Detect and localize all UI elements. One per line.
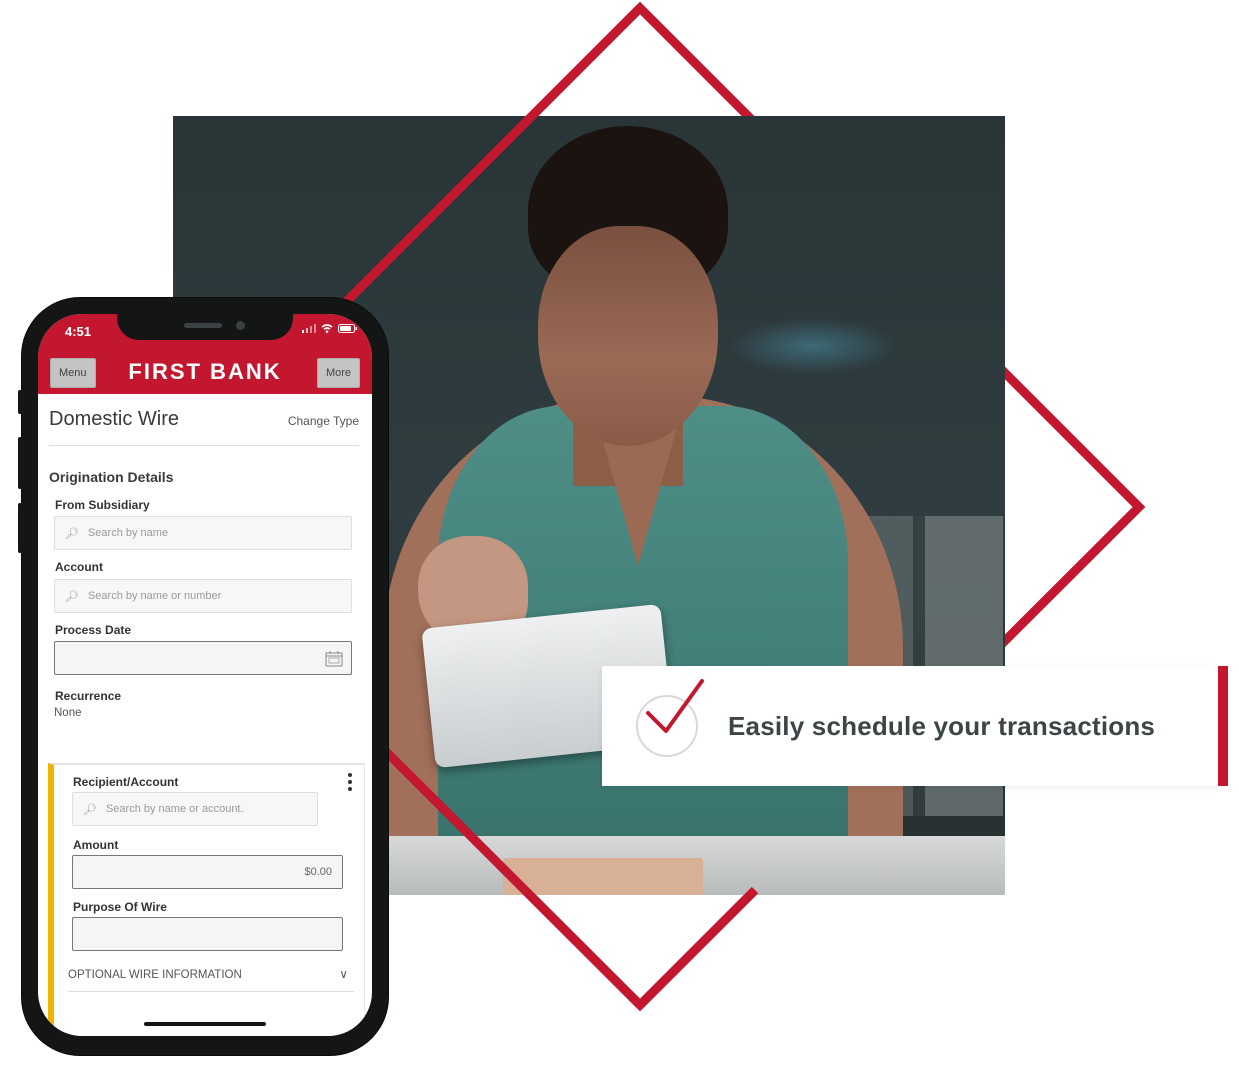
amount-input[interactable]: $0.00 [72,855,343,889]
purpose-of-wire-input[interactable] [72,917,343,951]
feature-callout-card: Easily schedule your transactions [602,666,1228,786]
recurrence-value[interactable]: None [54,707,82,719]
page-title: Domestic Wire [49,408,180,430]
phone-mockup: 4:51 Menu FIRST BANK More Domestic Wire … [18,298,388,1055]
title-divider [49,445,359,446]
phone-notch [117,314,293,340]
phone-screen: 4:51 Menu FIRST BANK More Domestic Wire … [38,314,372,1036]
recurrence-label: Recurrence [55,689,122,703]
front-camera [236,321,245,330]
origination-details-heading: Origination Details [49,469,174,485]
recipient-account-label: Recipient/Account [73,775,179,789]
recipient-placeholder: Search by name or account. [105,803,244,815]
more-button[interactable]: More [316,358,360,388]
photo-face [538,226,718,446]
more-options-icon[interactable] [348,773,352,794]
phone-mute-switch [18,390,23,414]
wifi-icon [321,324,333,333]
process-date-label: Process Date [55,623,132,637]
home-indicator[interactable] [144,1022,266,1026]
change-type-link[interactable]: Change Type [288,414,359,428]
photo-notebook [503,858,703,895]
from-subsidiary-placeholder: Search by name [87,527,169,539]
optional-wire-information-label: OPTIONAL WIRE INFORMATION [68,969,242,981]
amount-label: Amount [73,838,119,852]
amount-value: $0.00 [304,866,332,878]
account-label: Account [55,560,103,574]
from-subsidiary-search-input[interactable]: 🔍︎ Search by name [54,516,352,550]
checkmark-circle-icon [636,679,704,757]
calendar-icon[interactable] [325,650,343,667]
chevron-down-icon: ∨ [339,967,348,981]
recipient-search-input[interactable]: 🔍︎ Search by name or account. [72,792,318,826]
phone-volume-up-button [18,437,23,489]
account-placeholder: Search by name or number [87,590,222,602]
signal-icon [302,324,316,333]
purpose-of-wire-label: Purpose Of Wire [73,900,167,914]
phone-volume-down-button [18,503,23,553]
speaker-grille [184,323,222,328]
app-header: 4:51 Menu FIRST BANK More [38,314,372,394]
process-date-input[interactable] [54,641,352,675]
status-time: 4:51 [65,324,92,339]
callout-accent-bar [1218,666,1228,786]
search-icon: 🔍︎ [65,590,79,603]
optional-wire-information-toggle[interactable]: OPTIONAL WIRE INFORMATION ∨ [68,967,354,992]
status-icons [302,324,358,333]
account-search-input[interactable]: 🔍︎ Search by name or number [54,579,352,613]
search-icon: 🔍︎ [65,527,79,540]
from-subsidiary-label: From Subsidiary [55,498,150,512]
recipient-card: Recipient/Account 🔍︎ Search by name or a… [48,763,365,1036]
search-icon: 🔍︎ [83,803,97,816]
callout-text: Easily schedule your transactions [728,710,1156,741]
battery-icon [338,324,357,333]
